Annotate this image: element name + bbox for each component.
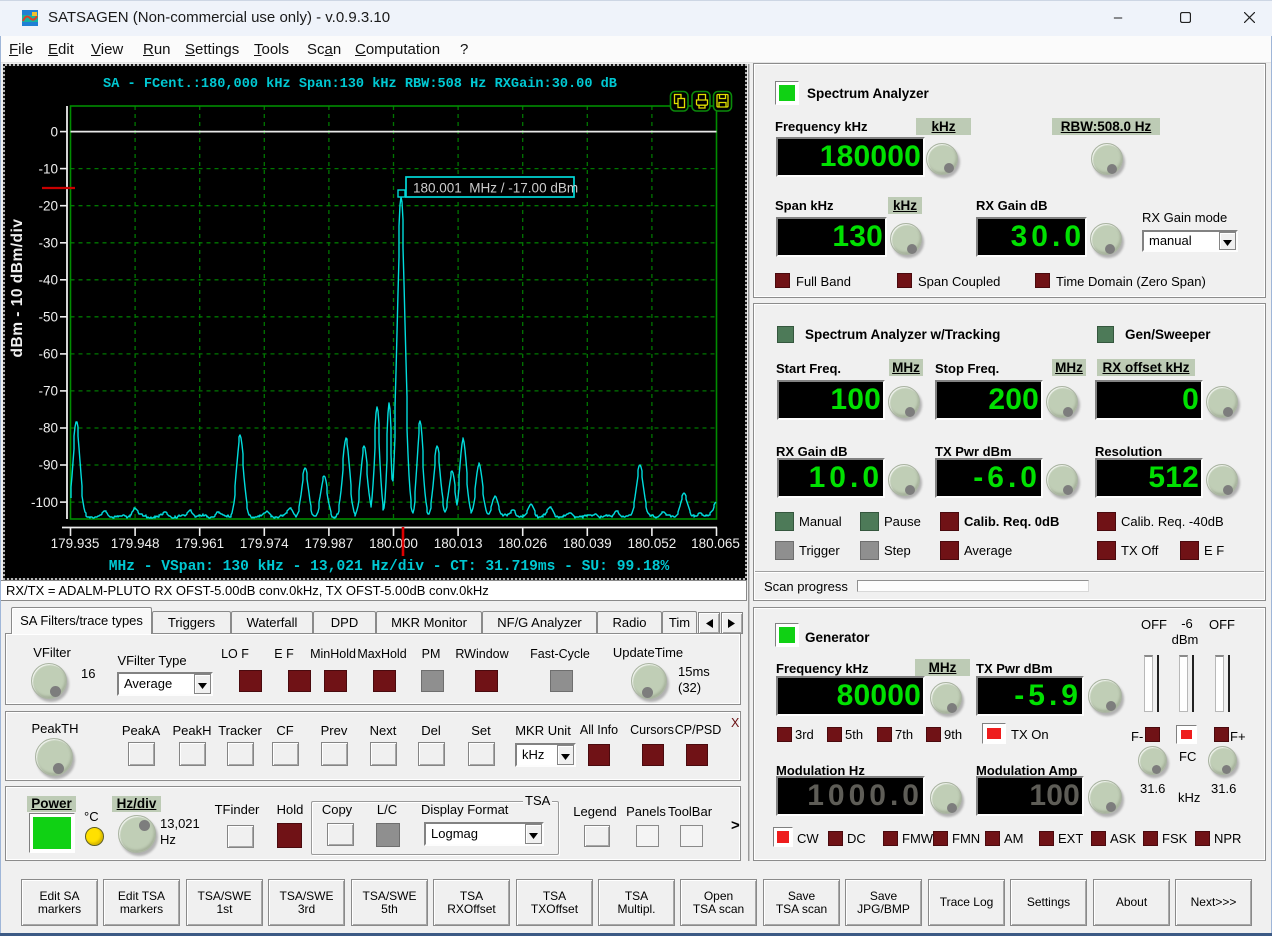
svg-text:179.961: 179.961 bbox=[175, 536, 224, 551]
svg-text:SA - FCent.:180,000 kHz Span:1: SA - FCent.:180,000 kHz Span:130 kHz RBW… bbox=[103, 77, 617, 92]
svg-text:180.039: 180.039 bbox=[563, 536, 612, 551]
svg-text:-80: -80 bbox=[38, 421, 58, 436]
svg-text:179.974: 179.974 bbox=[240, 536, 289, 551]
svg-text:-40: -40 bbox=[38, 273, 58, 288]
svg-text:180.065: 180.065 bbox=[691, 536, 740, 551]
svg-text:180.026: 180.026 bbox=[498, 536, 547, 551]
svg-text:180.000: 180.000 bbox=[369, 536, 418, 551]
svg-text:-60: -60 bbox=[38, 347, 58, 362]
svg-text:179.948: 179.948 bbox=[111, 536, 160, 551]
svg-text:0: 0 bbox=[50, 124, 58, 139]
svg-text:180.013: 180.013 bbox=[434, 536, 483, 551]
svg-text:MHz - VSpan: 130 kHz - 13,021: MHz - VSpan: 130 kHz - 13,021 Hz/div - C… bbox=[109, 559, 670, 575]
svg-text:-50: -50 bbox=[38, 310, 58, 325]
svg-text:180.001 MHz / -17.00 dBm: 180.001 MHz / -17.00 dBm bbox=[413, 181, 578, 196]
svg-text:dBm - 10 dBm/div: dBm - 10 dBm/div bbox=[9, 219, 26, 358]
svg-text:-20: -20 bbox=[38, 198, 58, 213]
svg-text:-100: -100 bbox=[31, 495, 58, 510]
svg-text:-30: -30 bbox=[38, 235, 58, 250]
svg-text:179.935: 179.935 bbox=[51, 536, 100, 551]
svg-text:-10: -10 bbox=[38, 161, 58, 176]
svg-text:-70: -70 bbox=[38, 384, 58, 399]
svg-text:180.052: 180.052 bbox=[627, 536, 676, 551]
svg-text:-90: -90 bbox=[38, 458, 58, 473]
svg-text:179.987: 179.987 bbox=[304, 536, 353, 551]
